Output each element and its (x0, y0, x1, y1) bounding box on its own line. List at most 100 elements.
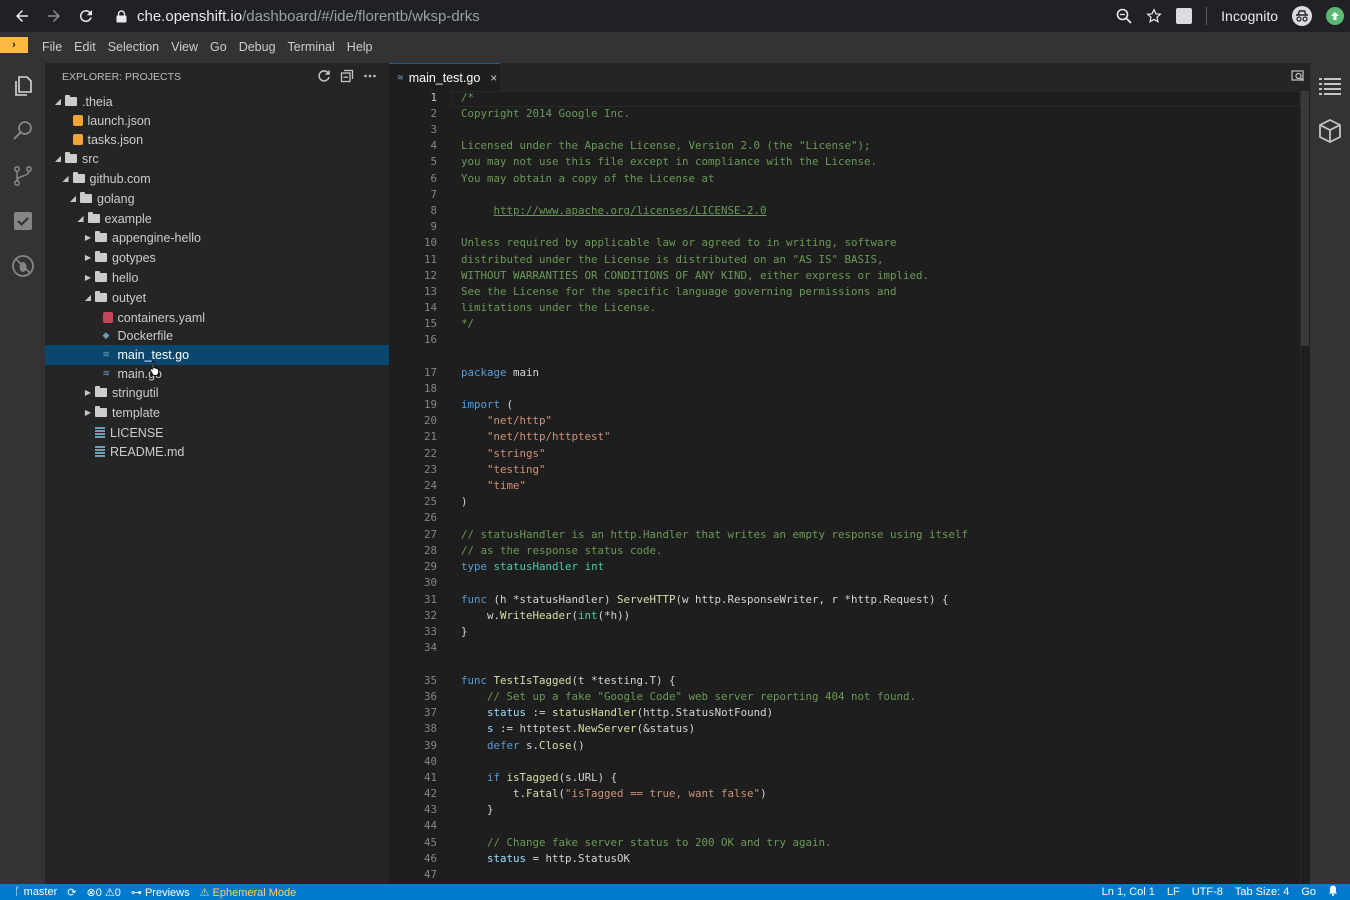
incognito-icon[interactable] (1292, 6, 1312, 26)
language-mode[interactable]: Go (1301, 886, 1316, 898)
code-token: type (461, 560, 488, 573)
scm-activity-button[interactable] (0, 153, 45, 198)
open-preview-icon[interactable] (1291, 69, 1305, 83)
search-icon (12, 120, 32, 140)
extension-icon[interactable] (1176, 8, 1193, 24)
menu-terminal[interactable]: Terminal (282, 32, 341, 63)
tree-folder[interactable]: ◢ src (45, 149, 389, 169)
tab-size[interactable]: Tab Size: 4 (1235, 886, 1289, 898)
code-token: "isTagged == true, want false" (565, 787, 761, 800)
refresh-icon[interactable] (317, 69, 331, 83)
tree-folder[interactable]: ◢ github.com (45, 169, 389, 189)
zoom-icon[interactable] (1116, 8, 1132, 24)
tree-file[interactable]: containers.yaml (45, 308, 389, 328)
folder-icon (72, 172, 85, 184)
code-line: 13 See the License for the specific langu… (389, 285, 1300, 301)
more-actions-icon[interactable] (363, 69, 377, 83)
close-tab-icon[interactable]: × (490, 71, 497, 85)
code-line: 19 import ( (389, 398, 1300, 414)
chevron-right-icon[interactable]: ▶ (83, 253, 93, 262)
editor-scrollbar[interactable] (1300, 91, 1310, 884)
workspace-button[interactable] (1310, 108, 1350, 153)
tree-file[interactable]: ≋ main.go (45, 364, 389, 384)
address-bar[interactable]: che.openshift.io/dashboard/#/ide/florent… (116, 8, 480, 25)
chevron-down-icon[interactable]: ◢ (53, 154, 63, 163)
outline-button[interactable] (1310, 63, 1350, 108)
yaml-file-icon (102, 312, 113, 324)
tree-folder[interactable]: ▶ hello (45, 268, 389, 288)
chevron-right-icon[interactable]: ▶ (83, 233, 93, 242)
code-token: "net/http/httptest" (487, 430, 611, 443)
tree-file[interactable]: tasks.json (45, 130, 389, 150)
tree-file[interactable]: ≋ main_test.go (45, 345, 389, 365)
code-editor[interactable]: 1/* 2 Copyright 2014 Google Inc. 3 4 Licensed… (389, 91, 1300, 884)
tree-folder[interactable]: ▶ stringutil (45, 383, 389, 403)
chevron-right-icon[interactable]: ▶ (83, 388, 93, 397)
menu-go[interactable]: Go (204, 32, 233, 63)
forward-button[interactable] (38, 0, 70, 32)
tasks-activity-button[interactable] (0, 198, 45, 243)
previews-item[interactable]: ⊶ Previews (131, 886, 190, 899)
debug-activity-button[interactable] (0, 243, 45, 288)
collapse-all-icon[interactable] (340, 69, 354, 83)
line-number: 1 (430, 91, 437, 104)
menu-view[interactable]: View (165, 32, 204, 63)
chevron-down-icon[interactable]: ◢ (83, 293, 93, 302)
chevron-down-icon[interactable]: ◢ (68, 194, 78, 203)
code-text: // statusHandler is an http.Handler that… (461, 528, 968, 541)
chevron-down-icon[interactable]: ◢ (76, 214, 86, 223)
code-line: 42 t.Fatal("isTagged == true, want false… (389, 787, 1300, 803)
notifications-bell-icon[interactable] (1328, 885, 1338, 899)
menu-file[interactable]: File (36, 32, 68, 63)
chevron-down-icon[interactable]: ◢ (53, 97, 63, 106)
tab-main-test-go[interactable]: ≋ main_test.go × (389, 63, 500, 91)
text-file-icon (95, 427, 105, 439)
code-token: // statusHandler is an http.Handler that… (461, 528, 969, 541)
ephemeral-mode-item[interactable]: ⚠ Ephemeral Mode (200, 886, 297, 899)
cursor-position[interactable]: Ln 1, Col 1 (1102, 886, 1155, 898)
tree-folder[interactable]: ◢ example (45, 209, 389, 229)
tree-folder[interactable]: ▶ gotypes (45, 248, 389, 268)
tree-file[interactable]: LICENSE (45, 423, 389, 443)
search-activity-button[interactable] (0, 108, 45, 153)
code-token: statusHandler (552, 706, 637, 719)
update-icon[interactable] (1326, 7, 1344, 25)
menu-selection[interactable]: Selection (102, 32, 165, 63)
reload-button[interactable] (70, 0, 102, 32)
line-number: 36 (423, 690, 437, 703)
code-text: http://www.apache.org/licenses/LICENSE-2… (461, 204, 767, 217)
menu-debug[interactable]: Debug (233, 32, 282, 63)
code-text: "net/http/httptest" (461, 430, 611, 443)
encoding[interactable]: UTF-8 (1192, 886, 1223, 898)
line-number: 7 (430, 188, 437, 201)
chevron-right-icon[interactable]: ▶ (83, 408, 93, 417)
code-token: Fatal (526, 787, 559, 800)
star-icon[interactable] (1146, 8, 1162, 24)
back-button[interactable] (6, 0, 38, 32)
tree-file[interactable]: README.md (45, 442, 389, 462)
tree-folder[interactable]: ◢ outyet (45, 288, 389, 308)
code-text: status := statusHandler(http.StatusNotFo… (461, 706, 773, 719)
sync-icon[interactable]: ⟳ (67, 886, 76, 899)
code-token: TestIsTagged (493, 674, 572, 687)
line-number: 26 (423, 511, 437, 524)
menu-edit[interactable]: Edit (68, 32, 102, 63)
code-text: // as the response status code. (461, 544, 663, 557)
tree-file[interactable]: launch.json (45, 111, 389, 131)
tree-file[interactable]: ◆ Dockerfile (45, 326, 389, 346)
tree-folder[interactable]: ◢ golang (45, 189, 389, 209)
git-branch-item[interactable]: ᚴ master (14, 886, 57, 898)
line-ending[interactable]: LF (1167, 886, 1180, 898)
line-number: 22 (423, 447, 437, 460)
menu-help[interactable]: Help (341, 32, 379, 63)
explorer-activity-button[interactable] (0, 63, 45, 108)
scrollbar-thumb[interactable] (1301, 91, 1309, 346)
chevron-right-icon[interactable]: ▶ (83, 273, 93, 282)
problems-item[interactable]: ⊗0 ⚠0 (87, 886, 121, 899)
branch-icon: ᚴ (14, 886, 24, 898)
chevron-down-icon[interactable]: ◢ (61, 174, 71, 183)
tree-folder[interactable]: ▶ appengine-hello (45, 228, 389, 248)
tree-folder[interactable]: ▶ template (45, 403, 389, 423)
tree-folder[interactable]: ◢ .theia (45, 92, 389, 112)
